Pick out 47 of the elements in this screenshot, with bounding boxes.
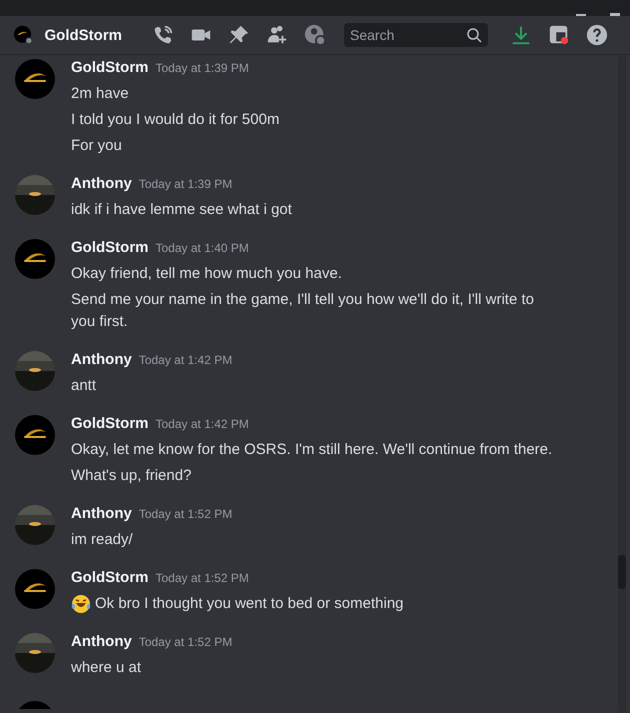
message-text: im ready/ [71, 530, 133, 550]
avatar[interactable] [15, 505, 55, 545]
author-name[interactable]: Anthony [71, 505, 132, 522]
message-text: Okay friend, tell me how much you have. [71, 264, 342, 284]
message-text: antt [71, 376, 96, 396]
phone-icon[interactable] [152, 24, 174, 46]
timestamp: Today at 1:39 PM [138, 177, 232, 191]
message-text: Send me your name in the game, I'll tell you how we'll do it, I'll write to you first. [71, 290, 535, 332]
search-icon [466, 27, 482, 43]
message-text: idk if i have lemme see what i got [71, 200, 292, 220]
avatar[interactable] [15, 59, 55, 99]
timestamp: Today at 1:52 PM [156, 571, 249, 585]
message-text: 2m have [71, 84, 129, 104]
author-name[interactable]: GoldStorm [71, 569, 148, 586]
add-member-icon[interactable] [266, 24, 288, 46]
inbox-icon[interactable] [548, 24, 570, 46]
timestamp: Today at 1:40 PM [156, 241, 249, 255]
avatar[interactable] [15, 239, 55, 279]
message-text: Ok bro I thought you went to bed or something [95, 594, 404, 614]
help-icon[interactable] [586, 24, 608, 46]
avatar[interactable] [15, 175, 55, 215]
author-name[interactable]: GoldStorm [71, 415, 148, 432]
avatar[interactable] [15, 351, 55, 391]
timestamp: Today at 1:52 PM [138, 635, 232, 649]
author-name[interactable]: GoldStorm [71, 59, 148, 76]
author-name[interactable]: GoldStorm [71, 239, 148, 256]
message-text: For you [71, 136, 122, 156]
avatar[interactable] [15, 633, 55, 673]
message-text: where u at [71, 658, 142, 678]
pin-icon[interactable] [228, 24, 250, 46]
message-text: I told you I would do it for 500m [71, 110, 280, 130]
scrollbar[interactable] [618, 55, 626, 713]
download-icon[interactable] [510, 24, 532, 46]
profile-icon[interactable] [304, 24, 326, 46]
timestamp: Today at 1:52 PM [138, 507, 232, 521]
timestamp: Today at 1:42 PM [138, 353, 232, 367]
author-name[interactable]: Anthony [71, 633, 132, 650]
message-text: Okay, let me know for the OSRS. I'm still here. We'll continue from there. [71, 440, 552, 460]
search-field[interactable]: Search [344, 23, 488, 47]
channel-title: GoldStorm [44, 26, 122, 44]
timestamp: Today at 1:39 PM [156, 61, 249, 75]
timestamp: Today at 1:42 PM [156, 417, 249, 431]
avatar[interactable] [15, 569, 55, 609]
author-name[interactable]: Anthony [71, 175, 132, 192]
author-name[interactable]: Anthony [71, 351, 132, 368]
message-text: What's up, friend? [71, 466, 192, 486]
avatar[interactable] [15, 415, 55, 455]
